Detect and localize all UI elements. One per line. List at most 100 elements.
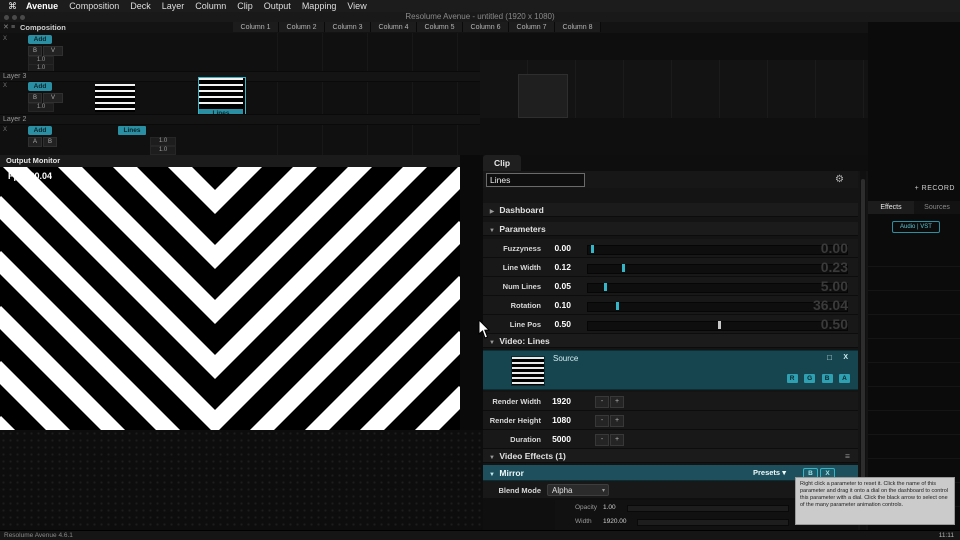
scrollbar-thumb[interactable] (861, 179, 865, 479)
source-block[interactable]: Source □ X R G B A (483, 350, 858, 390)
menu-item-column[interactable]: Column (195, 1, 226, 11)
param-slider[interactable] (587, 263, 848, 274)
menu-item-avenue[interactable]: Avenue (26, 1, 58, 11)
gear-icon[interactable]: ⚙ (835, 172, 844, 187)
list-icon[interactable]: ≡ (11, 22, 15, 33)
prop-value[interactable]: 5000 (543, 430, 571, 449)
menu-item-clip[interactable]: Clip (237, 1, 253, 11)
record-button[interactable]: + RECORD (915, 185, 955, 192)
column-header-4[interactable]: Column 4 (371, 22, 417, 32)
window-zoom-button[interactable] (20, 14, 25, 20)
param-value[interactable]: 0.05 (543, 277, 571, 296)
tab-clip[interactable]: Clip (483, 155, 521, 171)
menu-item-composition[interactable]: Composition (69, 1, 119, 11)
selected-clip[interactable]: Lines (198, 77, 246, 119)
layer-x-button[interactable]: X (3, 36, 7, 42)
slider-marker[interactable] (603, 282, 607, 291)
prop-value[interactable]: 1920 (543, 392, 571, 411)
decrement-button[interactable]: - (595, 396, 609, 408)
param-slider[interactable] (587, 301, 848, 312)
channel-r-toggle[interactable]: R (786, 374, 798, 383)
tab-effects[interactable]: Effects (868, 201, 914, 214)
chevron-down-icon[interactable]: ▼ (487, 224, 497, 238)
slider-marker[interactable] (621, 263, 625, 272)
increment-button[interactable]: + (610, 415, 624, 427)
close-icon[interactable]: ✕ (3, 22, 9, 33)
layer-x-button[interactable]: X (3, 83, 7, 89)
menu-item-mapping[interactable]: Mapping (302, 1, 337, 11)
param-slider[interactable] (587, 244, 848, 255)
channel-b-toggle[interactable]: B (821, 374, 833, 383)
opacity-slider[interactable] (627, 505, 789, 512)
layer-bypass-button[interactable]: B (28, 46, 42, 56)
decrement-button[interactable]: - (595, 415, 609, 427)
layer-add-button[interactable]: Add (28, 82, 52, 91)
source-thumbnail[interactable] (511, 356, 545, 386)
chevron-pattern (0, 167, 460, 430)
column-header-6[interactable]: Column 6 (463, 22, 509, 32)
chevron-right-icon[interactable]: ▶ (487, 205, 497, 219)
menu-item-deck[interactable]: Deck (130, 1, 151, 11)
layer-blend-dropdown[interactable]: V (43, 46, 63, 56)
layer-value[interactable]: 1.0 (28, 103, 54, 112)
active-clip-chip[interactable]: Lines (118, 126, 146, 135)
clip-name-input[interactable]: Lines (486, 173, 585, 187)
tab-sources[interactable]: Sources (914, 201, 960, 214)
hamburger-icon[interactable]: ≡ (845, 449, 850, 463)
clip-thumbnail[interactable] (95, 84, 135, 112)
channel-a-toggle[interactable]: A (839, 374, 850, 383)
close-icon[interactable]: X (843, 354, 848, 361)
slider-marker[interactable] (616, 301, 620, 310)
slider-marker[interactable] (717, 320, 721, 329)
prop-value[interactable]: 1080 (543, 411, 571, 430)
decrement-button[interactable]: - (595, 434, 609, 446)
menu-item-output[interactable]: Output (264, 1, 291, 11)
opacity-value[interactable]: 1.00 (603, 502, 616, 514)
column-header-1[interactable]: Column 1 (233, 22, 279, 32)
presets-dropdown[interactable]: Presets ▾ (753, 465, 786, 481)
menu-item-view[interactable]: View (347, 1, 366, 11)
increment-button[interactable]: + (610, 396, 624, 408)
column-header-3[interactable]: Column 3 (325, 22, 371, 32)
section-parameters[interactable]: ▼ Parameters (483, 222, 858, 236)
layer-value[interactable]: 1.0 (150, 146, 176, 155)
layer-blend-dropdown[interactable]: V (43, 93, 63, 103)
empty-clip-slot[interactable] (518, 74, 568, 118)
width-value[interactable]: 1920.00 (603, 516, 627, 528)
param-value[interactable]: 0.50 (543, 315, 571, 334)
layer-add-button[interactable]: Add (28, 126, 52, 135)
column-header-5[interactable]: Column 5 (417, 22, 463, 32)
menu-item-layer[interactable]: Layer (162, 1, 185, 11)
output-monitor-header[interactable]: Output Monitor (0, 155, 460, 167)
param-slider[interactable] (587, 320, 848, 331)
slider-marker[interactable] (590, 244, 594, 253)
param-value[interactable]: 0.00 (543, 239, 571, 258)
column-header-2[interactable]: Column 2 (279, 22, 325, 32)
chevron-down-icon[interactable]: ▼ (487, 451, 497, 465)
column-header-8[interactable]: Column 8 (555, 22, 601, 32)
section-video-effects[interactable]: ▼ Video Effects (1) ≡ (483, 449, 858, 463)
layer-x-button[interactable]: X (3, 127, 7, 133)
window-minimize-button[interactable] (12, 14, 17, 20)
layer-add-button[interactable]: Add (28, 35, 52, 44)
param-slider[interactable] (587, 282, 848, 293)
increment-button[interactable]: + (610, 434, 624, 446)
layer-bypass-button[interactable]: B (28, 93, 42, 103)
layer-name-bar[interactable]: Layer 2 (0, 114, 480, 125)
column-header-7[interactable]: Column 7 (509, 22, 555, 32)
layer-value[interactable]: 1.0 (150, 137, 176, 146)
param-label: Line Pos (509, 320, 541, 329)
expand-icon[interactable]: □ (827, 353, 832, 362)
blend-mode-dropdown[interactable]: Alpha ▾ (547, 484, 609, 496)
width-slider[interactable] (637, 519, 789, 526)
param-value[interactable]: 0.12 (543, 258, 571, 277)
layer-a-button[interactable]: A (28, 137, 42, 147)
section-dashboard[interactable]: ▶ Dashboard (483, 203, 858, 217)
channel-g-toggle[interactable]: G (804, 374, 816, 383)
apple-menu-icon[interactable]: ⌘ (8, 1, 17, 11)
window-close-button[interactable] (4, 14, 9, 20)
audio-vst-filter[interactable]: Audio | VST (892, 221, 940, 233)
section-video-lines[interactable]: ▼ Video: Lines (483, 334, 858, 348)
layer-bypass-button[interactable]: B (43, 137, 57, 147)
param-value[interactable]: 0.10 (543, 296, 571, 315)
